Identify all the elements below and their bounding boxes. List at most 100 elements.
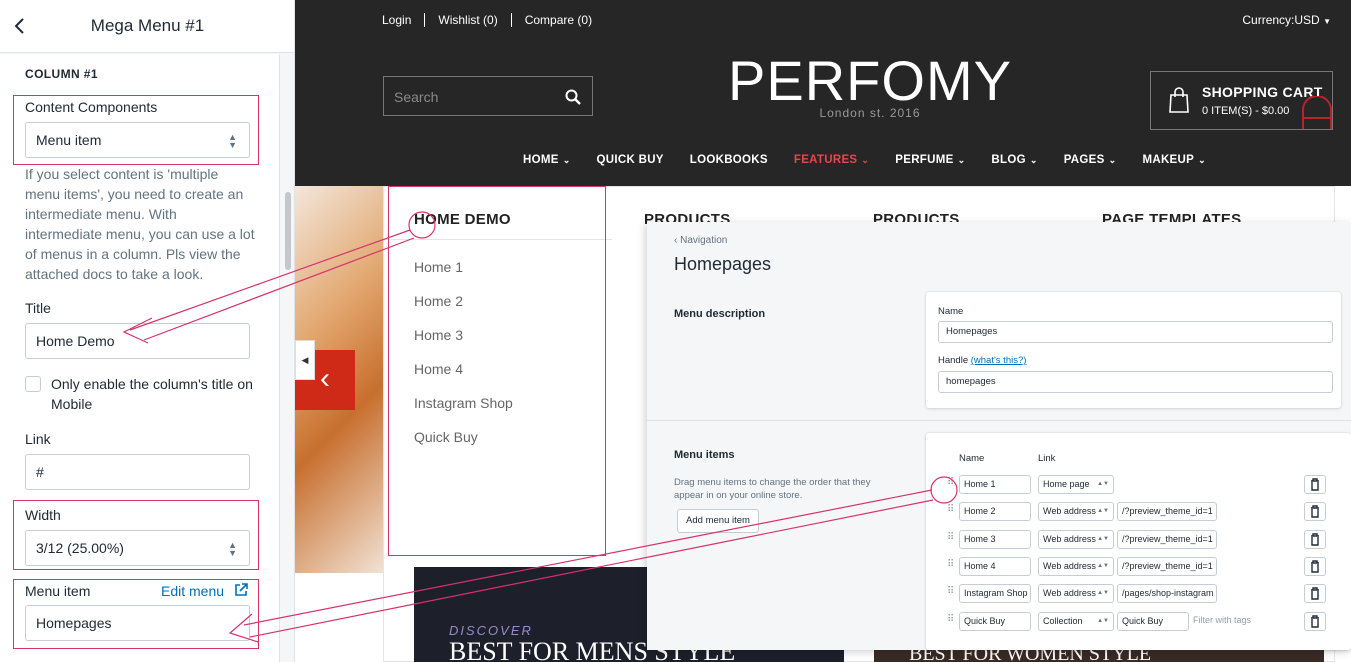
drag-handle-icon[interactable]: ⠿ xyxy=(947,504,954,515)
banner-kicker: DISCOVER xyxy=(449,623,533,638)
nav-item-perfume[interactable]: PERFUME ⌄ xyxy=(895,154,965,166)
trash-icon xyxy=(1311,560,1319,573)
trash-icon xyxy=(1311,614,1319,628)
delete-item-button[interactable] xyxy=(1304,556,1326,576)
chevron-down-icon: ⌄ xyxy=(1198,155,1206,165)
menu-item-name-input[interactable]: Home 4 xyxy=(959,556,1031,576)
type-value: Web address xyxy=(1043,533,1096,544)
highlight-content-components xyxy=(13,95,259,165)
mobile-title-checkbox[interactable] xyxy=(25,376,41,392)
nav-item-quick-buy[interactable]: QUICK BUY xyxy=(597,154,664,166)
main-navigation: HOME ⌄ QUICK BUY LOOKBOOKS FEATURES ⌄ PERFUME ⌄… xyxy=(523,154,1232,166)
select-arrows-icon: ▲▼ xyxy=(1097,590,1109,597)
chevron-down-icon: ⌄ xyxy=(861,155,870,165)
nav-item-label: HOME xyxy=(523,154,559,166)
panel-scrollbar-track[interactable] xyxy=(281,54,294,662)
nav-item-makeup[interactable]: MAKEUP ⌄ xyxy=(1142,154,1205,166)
col-link-header: Link xyxy=(1038,453,1056,464)
drag-handle-icon[interactable]: ⠿ xyxy=(947,586,954,597)
type-value: Web address xyxy=(1043,506,1096,517)
menu-item-type-select[interactable]: Web address ▲▼ xyxy=(1038,502,1114,522)
delete-item-button[interactable] xyxy=(1304,529,1326,549)
wishlist-link[interactable]: Wishlist (0) xyxy=(424,13,510,27)
name-label: Name xyxy=(938,306,964,317)
menu-item-name-input[interactable]: Quick Buy xyxy=(959,611,1031,631)
store-header: Login Wishlist (0) Compare (0) Currency:… xyxy=(295,0,1351,186)
screenshot-root: Mega Menu #1 COLUMN #1 Content Component… xyxy=(0,0,1351,662)
link-label: Link xyxy=(25,431,51,447)
nav-item-label: LOOKBOOKS xyxy=(689,154,768,166)
drag-handle-icon[interactable]: ⠿ xyxy=(947,532,954,543)
drag-handle-icon[interactable]: ⠿ xyxy=(947,614,954,625)
theme-editor-panel: Mega Menu #1 COLUMN #1 Content Component… xyxy=(0,0,295,662)
menu-item-type-select[interactable]: Web address ▲▼ xyxy=(1038,529,1114,549)
menu-name-input[interactable]: Homepages xyxy=(938,321,1333,343)
delete-item-button[interactable] xyxy=(1304,611,1326,631)
select-arrows-icon: ▲▼ xyxy=(1097,617,1109,624)
menu-item-collection-select[interactable]: Quick Buy xyxy=(1117,611,1189,631)
menu-item-name-input[interactable]: Home 2 xyxy=(959,502,1031,522)
highlight-home-demo-column xyxy=(388,186,606,556)
panel-scrollbar-thumb[interactable] xyxy=(285,192,291,270)
link-input[interactable]: # xyxy=(25,454,250,490)
drag-handle-icon[interactable]: ⠿ xyxy=(947,559,954,570)
select-arrows-icon: ▲▼ xyxy=(1097,535,1109,542)
select-arrows-icon: ▲▼ xyxy=(1097,562,1109,569)
nav-item-lookbooks[interactable]: LOOKBOOKS xyxy=(690,154,768,166)
menu-item-type-select[interactable]: Web address ▲▼ xyxy=(1038,584,1114,604)
handle-label-text: Handle xyxy=(938,355,969,366)
panel-header: Mega Menu #1 xyxy=(0,0,294,53)
cart-summary: 0 ITEM(S) - $0.00 xyxy=(1202,105,1290,117)
menu-item-name-input[interactable]: Home 1 xyxy=(959,475,1031,494)
caret-down-icon: ▼ xyxy=(1323,17,1331,26)
shopping-cart[interactable]: SHOPPING CART 0 ITEM(S) - $0.00 xyxy=(1150,71,1333,130)
shopping-bag-icon xyxy=(1169,87,1189,113)
chevron-down-icon: ⌄ xyxy=(957,155,966,165)
highlight-width xyxy=(13,500,259,570)
type-value: Home page xyxy=(1043,479,1090,489)
menu-item-link-input[interactable]: /pages/shop-instagram xyxy=(1117,584,1217,604)
handle-help-link[interactable]: (what's this?) xyxy=(971,355,1027,366)
menu-description-heading: Menu description xyxy=(674,308,766,320)
login-link[interactable]: Login xyxy=(382,13,424,27)
currency-selector[interactable]: Currency:USD ▼ xyxy=(1242,13,1331,27)
collapse-sidebar-toggle[interactable]: ◀ xyxy=(295,340,315,380)
menu-item-name-input[interactable]: Home 3 xyxy=(959,529,1031,549)
trash-icon xyxy=(1311,505,1319,518)
compare-link[interactable]: Compare (0) xyxy=(510,13,605,27)
menu-item-type-select[interactable]: Collection ▲▼ xyxy=(1038,611,1114,631)
title-label: Title xyxy=(25,300,51,316)
menu-item-link-input[interactable]: /?preview_theme_id=1 xyxy=(1117,502,1217,522)
trash-icon xyxy=(1311,587,1319,600)
top-links: Login Wishlist (0) Compare (0) xyxy=(382,13,605,27)
page-title: Homepages xyxy=(674,254,772,274)
menu-item-type-select[interactable]: Home page ▲▼ xyxy=(1038,475,1114,494)
highlight-menu-item xyxy=(13,579,259,649)
section-title: COLUMN #1 xyxy=(25,67,98,81)
menu-description-card: Name Homepages Handle (what's this?) hom… xyxy=(926,292,1341,408)
menu-handle-input[interactable]: homepages xyxy=(938,371,1333,393)
trash-icon xyxy=(1311,532,1319,546)
drag-handle-icon[interactable]: ⠿ xyxy=(947,477,954,488)
delete-item-button[interactable] xyxy=(1304,584,1326,604)
chevron-down-icon: ⌄ xyxy=(1029,155,1038,165)
menu-item-type-select[interactable]: Web address ▲▼ xyxy=(1038,556,1114,576)
menu-item-link-input[interactable]: /?preview_theme_id=1 xyxy=(1117,529,1217,549)
nav-item-blog[interactable]: BLOG ⌄ xyxy=(991,154,1037,166)
delete-item-button[interactable] xyxy=(1304,502,1326,522)
menu-items-heading: Menu items xyxy=(674,449,735,461)
breadcrumb[interactable]: ‹ Navigation xyxy=(674,235,727,246)
title-input[interactable]: Home Demo xyxy=(25,323,250,359)
currency-label: Currency:USD xyxy=(1242,13,1320,27)
delete-item-button[interactable] xyxy=(1304,475,1326,494)
menu-item-link-input[interactable]: /?preview_theme_id=1 xyxy=(1117,556,1217,576)
add-menu-item-button[interactable]: Add menu item xyxy=(677,509,759,533)
chevron-down-icon: ⌄ xyxy=(562,155,571,165)
nav-item-pages[interactable]: PAGES ⌄ xyxy=(1064,154,1117,166)
shopify-navigation-screenshot: ‹ Navigation Homepages Menu description … xyxy=(647,222,1351,650)
col-name-header: Name xyxy=(959,453,985,464)
nav-item-features[interactable]: FEATURES ⌄ xyxy=(794,154,869,166)
menu-items-description: Drag menu items to change the order that… xyxy=(674,477,871,501)
menu-item-name-input[interactable]: Instagram Shop xyxy=(959,584,1031,604)
nav-item-home[interactable]: HOME ⌄ xyxy=(523,154,571,166)
